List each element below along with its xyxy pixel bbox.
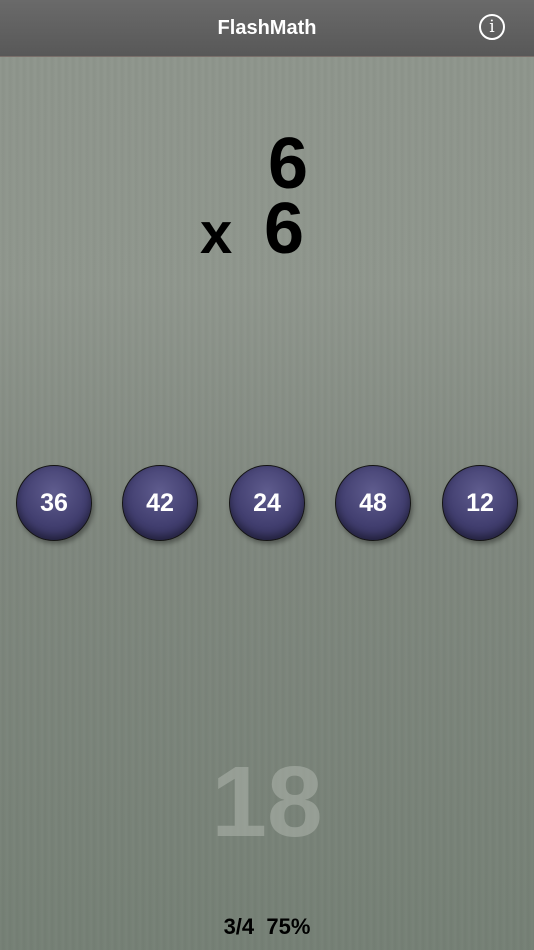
answer-button-3[interactable]: 24	[229, 465, 305, 541]
previous-answer: 18	[211, 746, 323, 858]
score-percent: 75%	[266, 914, 311, 939]
score-fraction: 3/4	[223, 914, 255, 939]
answer-button-1[interactable]: 36	[16, 465, 92, 541]
info-icon[interactable]: i	[479, 14, 505, 40]
app-title: FlashMath	[217, 17, 317, 39]
score-display: 3/4 75%	[0, 913, 534, 941]
answer-button-2[interactable]: 42	[122, 465, 198, 541]
bottom-operand: 6	[263, 189, 305, 269]
navigation-bar: FlashMath i	[0, 0, 534, 57]
answer-button-5[interactable]: 12	[442, 465, 518, 541]
answer-button-4[interactable]: 48	[335, 465, 411, 541]
multiply-operator: x	[200, 201, 233, 266]
